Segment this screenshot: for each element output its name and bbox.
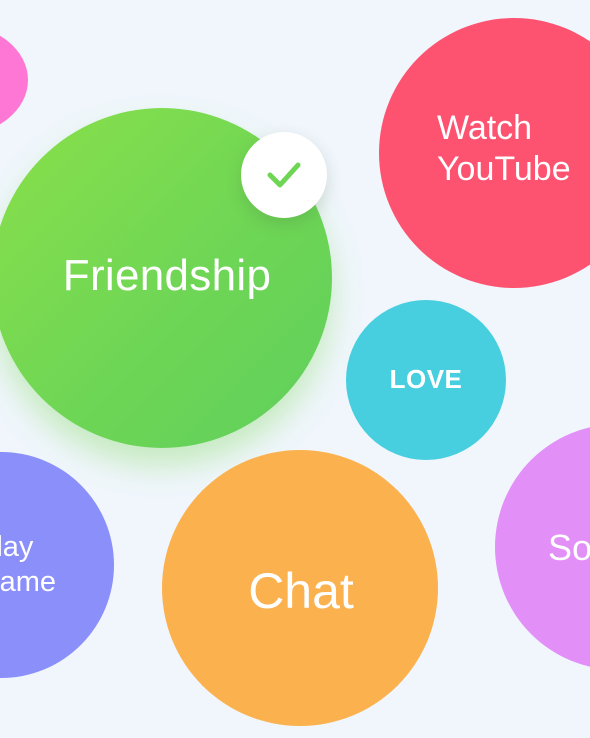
- interest-bubble-pink[interactable]: [0, 25, 28, 135]
- interest-bubble-play-game[interactable]: Play Game: [0, 452, 114, 678]
- interest-bubble-social-label: Social: [548, 527, 590, 569]
- interest-bubble-watch-youtube[interactable]: Watch YouTube: [379, 18, 590, 288]
- interest-bubble-social[interactable]: Social: [495, 424, 590, 670]
- interest-bubble-canvas: Watch YouTube Friendship LOVE Play Game …: [0, 0, 590, 738]
- interest-bubble-chat[interactable]: Chat: [162, 450, 438, 726]
- interest-bubble-friendship-label: Friendship: [62, 250, 272, 300]
- interest-bubble-love-label: LOVE: [389, 364, 463, 395]
- interest-bubble-play-game-label: Play Game: [0, 531, 56, 598]
- interest-bubble-love[interactable]: LOVE: [346, 300, 506, 460]
- selected-badge: [241, 132, 327, 218]
- interest-bubble-watch-youtube-label: Watch YouTube: [437, 109, 571, 188]
- checkmark-icon: [267, 162, 301, 188]
- interest-bubble-chat-label: Chat: [248, 563, 354, 619]
